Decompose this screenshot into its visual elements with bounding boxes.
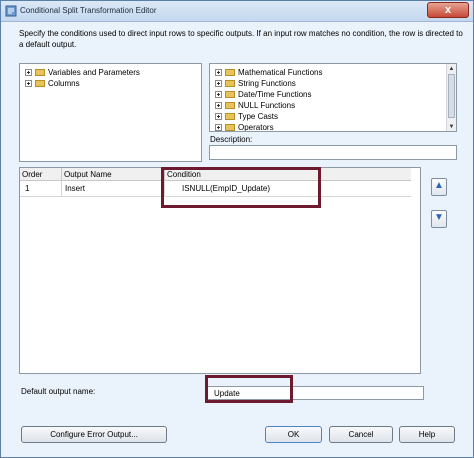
condition-highlight-box xyxy=(161,167,321,208)
ok-button[interactable]: OK xyxy=(265,426,322,443)
expand-icon[interactable] xyxy=(215,102,222,109)
expand-icon[interactable] xyxy=(25,80,32,87)
variables-columns-tree[interactable]: Variables and Parameters Columns xyxy=(19,63,202,162)
tree-item-label: Type Casts xyxy=(238,112,279,121)
tree-item-label: NULL Functions xyxy=(238,101,296,110)
arrow-down-icon: ▼ xyxy=(434,212,444,223)
tree-item-label: Variables and Parameters xyxy=(48,68,140,77)
scroll-thumb[interactable] xyxy=(448,74,455,118)
folder-icon xyxy=(225,113,235,120)
close-button[interactable]: x xyxy=(427,2,469,18)
order-cell[interactable]: 1 xyxy=(20,181,62,197)
folder-icon xyxy=(225,124,235,131)
column-header-output-name[interactable]: Output Name xyxy=(62,168,165,181)
configure-error-output-button[interactable]: Configure Error Output... xyxy=(21,426,167,443)
title-bar: Conditional Split Transformation Editor … xyxy=(1,1,473,22)
default-output-highlight-box xyxy=(205,375,293,403)
expand-icon[interactable] xyxy=(215,124,222,131)
move-up-button[interactable]: ▲ xyxy=(431,178,447,196)
expand-icon[interactable] xyxy=(215,69,222,76)
move-down-button[interactable]: ▼ xyxy=(431,210,447,228)
tree-item-label: Mathematical Functions xyxy=(238,68,323,77)
cancel-button[interactable]: Cancel xyxy=(329,426,393,443)
tree-item-label: Operators xyxy=(238,123,274,132)
tree-item-label: Columns xyxy=(48,79,80,88)
description-field xyxy=(209,145,457,160)
folder-icon xyxy=(225,69,235,76)
folder-icon xyxy=(225,102,235,109)
tree-item-label: Date/Time Functions xyxy=(238,90,312,99)
functions-tree[interactable]: Mathematical Functions String Functions … xyxy=(209,63,457,132)
window-title: Conditional Split Transformation Editor xyxy=(20,6,157,15)
vertical-scrollbar[interactable]: ▲ ▼ xyxy=(446,64,456,131)
folder-icon xyxy=(225,80,235,87)
column-header-order[interactable]: Order xyxy=(20,168,62,181)
folder-icon xyxy=(35,69,45,76)
folder-icon xyxy=(225,91,235,98)
instructions-text: Specify the conditions used to direct in… xyxy=(19,29,463,49)
expand-icon[interactable] xyxy=(215,91,222,98)
description-label: Description: xyxy=(210,135,253,144)
help-button[interactable]: Help xyxy=(399,426,455,443)
expand-icon[interactable] xyxy=(215,80,222,87)
expand-icon[interactable] xyxy=(215,113,222,120)
output-name-cell[interactable]: Insert xyxy=(62,181,165,197)
arrow-up-icon: ▲ xyxy=(434,180,444,191)
tree-item-label: String Functions xyxy=(238,79,296,88)
app-icon xyxy=(5,5,17,17)
scroll-up-icon[interactable]: ▲ xyxy=(448,65,455,73)
expand-icon[interactable] xyxy=(25,69,32,76)
folder-icon xyxy=(35,80,45,87)
close-icon: x xyxy=(444,4,452,16)
default-output-label: Default output name: xyxy=(21,387,96,396)
scroll-down-icon[interactable]: ▼ xyxy=(448,123,455,131)
conditional-split-editor-window: Conditional Split Transformation Editor … xyxy=(0,0,474,458)
